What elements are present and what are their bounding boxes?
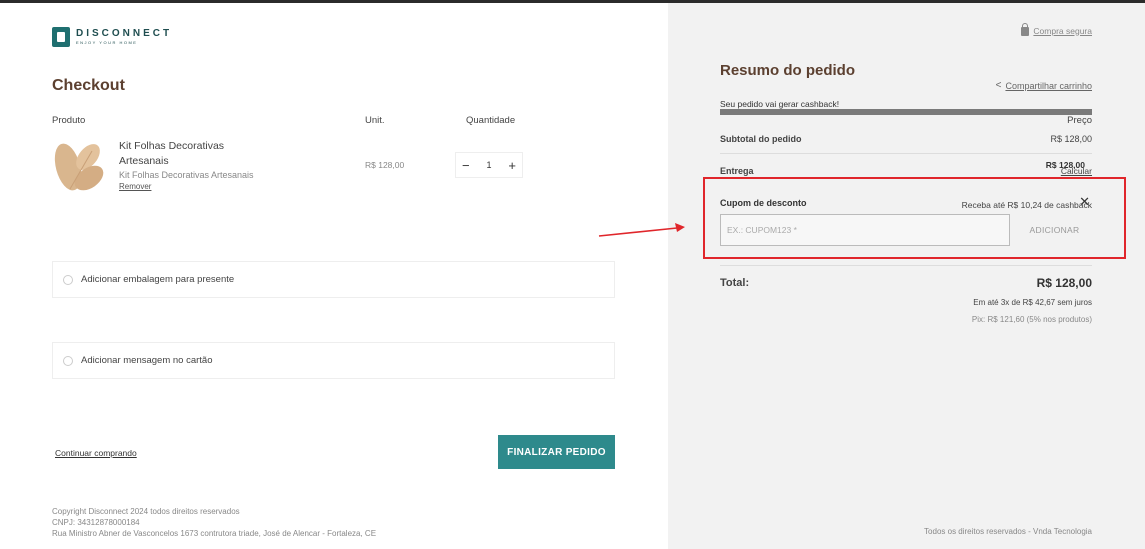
close-icon[interactable]: ✕ — [1079, 194, 1090, 210]
quantity-value: 1 — [486, 160, 492, 170]
finalize-order-button[interactable]: FINALIZAR PEDIDO — [498, 435, 615, 469]
shipping-label: Entrega — [720, 166, 754, 176]
installments-text: Em até 3x de R$ 42,67 sem juros — [973, 298, 1092, 307]
total-label: Total: — [720, 277, 750, 289]
cashback-progress-bar — [720, 109, 1092, 115]
continue-shopping-link[interactable]: Continuar comprando — [55, 448, 137, 458]
secure-purchase-label: Compra segura — [1033, 25, 1092, 36]
calculate-shipping-link[interactable]: Calcular — [1061, 166, 1092, 176]
subtotal-value: R$ 128,00 — [1050, 134, 1092, 144]
product-name[interactable]: Kit Folhas Decorativas Artesanais — [119, 139, 259, 169]
share-cart-link[interactable]: < Compartilhar carrinho — [996, 80, 1092, 91]
address-text: Rua Ministro Abner de Vasconcelos 1673 c… — [52, 529, 377, 538]
logo-icon — [52, 27, 70, 47]
page-title: Checkout — [52, 77, 125, 94]
column-product: Produto — [52, 115, 86, 126]
cashback-label: Seu pedido vai gerar cashback! — [720, 99, 840, 109]
column-price: Preço — [1067, 115, 1092, 126]
gift-wrap-radio[interactable] — [63, 274, 73, 285]
decrease-quantity-button[interactable]: − — [462, 158, 470, 173]
card-message-option[interactable]: Adicionar mensagem no cartão — [52, 342, 615, 379]
brand-tagline: ENJOY YOUR HOME — [76, 40, 138, 45]
column-unit: Unit. — [365, 115, 385, 126]
summary-divider — [720, 153, 1092, 154]
quantity-stepper: − 1 + — [455, 152, 523, 178]
card-message-radio[interactable] — [63, 355, 73, 366]
gift-wrap-label: Adicionar embalagem para presente — [81, 274, 235, 285]
summary-title: Resumo do pedido — [720, 62, 855, 79]
remove-item-link[interactable]: Remover — [119, 182, 151, 191]
total-divider — [720, 265, 1092, 266]
subtotal-label: Subtotal do pedido — [720, 134, 802, 144]
card-message-label: Adicionar mensagem no cartão — [81, 355, 213, 366]
gift-wrap-option[interactable]: Adicionar embalagem para presente — [52, 261, 615, 298]
brand-name: DISCONNECT — [76, 28, 173, 39]
increase-quantity-button[interactable]: + — [508, 158, 516, 173]
product-variant: Kit Folhas Decorativas Artesanais — [119, 170, 254, 180]
product-image[interactable] — [52, 137, 106, 193]
share-cart-label: Compartilhar carrinho — [1005, 80, 1092, 91]
unit-price: R$ 128,00 — [365, 160, 405, 170]
pix-price-text: Pix: R$ 121,60 (5% nos produtos) — [971, 315, 1092, 324]
coupon-input[interactable] — [720, 214, 1010, 246]
add-coupon-button[interactable]: ADICIONAR — [1017, 214, 1092, 246]
share-icon: < — [995, 80, 1002, 91]
platform-footer: Todos os direitos reservados - Vnda Tecn… — [924, 527, 1092, 536]
cnpj-text: CNPJ: 34312878000184 — [52, 518, 140, 527]
copyright-text: Copyright Disconnect 2024 todos direitos… — [52, 507, 240, 516]
brand-logo[interactable]: DISCONNECT ENJOY YOUR HOME — [52, 27, 172, 47]
store-footer: Copyright Disconnect 2024 todos direitos… — [52, 506, 376, 539]
annotation-arrow — [598, 223, 685, 237]
secure-purchase-link[interactable]: Compra segura — [1021, 23, 1092, 36]
coupon-label: Cupom de desconto — [720, 198, 807, 208]
column-quantity: Quantidade — [466, 115, 516, 126]
lock-icon — [1021, 23, 1030, 36]
total-value: R$ 128,00 — [1036, 276, 1092, 290]
